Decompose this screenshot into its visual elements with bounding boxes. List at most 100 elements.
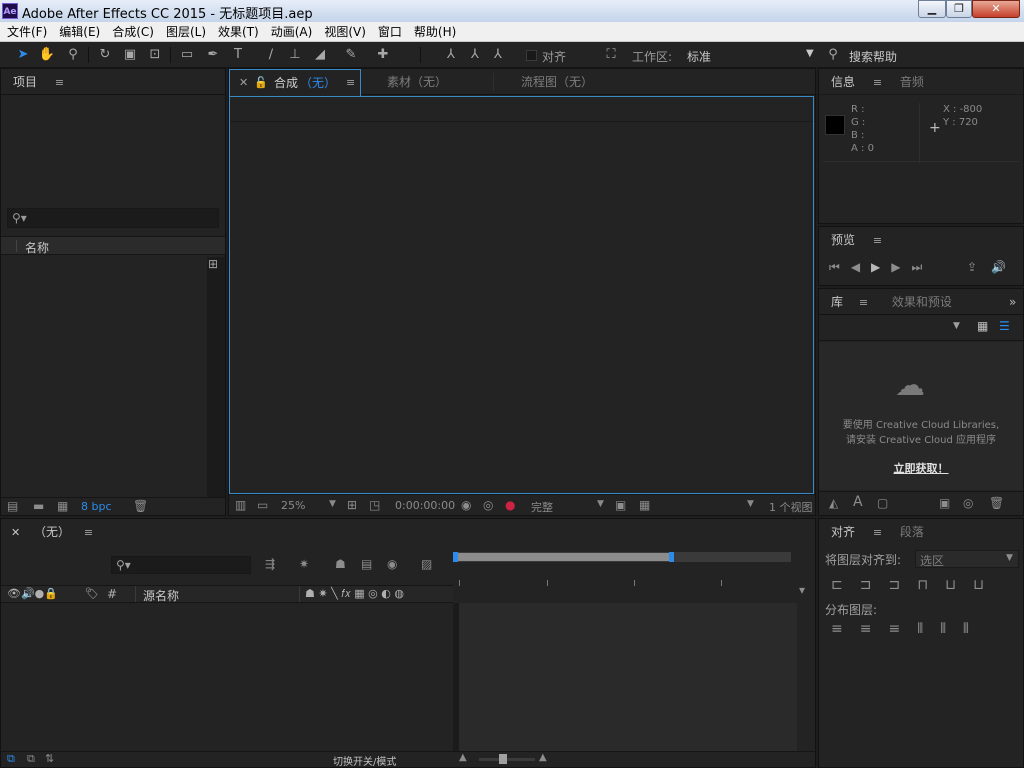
puppet-pin-tool-icon[interactable]: ✚ (374, 46, 392, 64)
tab-composition[interactable]: ✕ 🔓 合成 （无） ≡ (229, 69, 361, 97)
zoom-slider[interactable] (479, 754, 535, 764)
snap-checkbox[interactable] (526, 50, 537, 61)
align-center-h-icon[interactable]: ⊐ (860, 577, 889, 593)
workspace-value[interactable]: 标准 (687, 48, 711, 65)
frame-blending-icon[interactable]: ▤ (361, 557, 372, 571)
distribute-right-icon[interactable]: ⫴ (963, 621, 986, 637)
resolution-value[interactable]: 完整 (531, 499, 553, 515)
grid-view-icon[interactable]: ▦ (977, 319, 988, 333)
menu-window[interactable]: 窗口 (372, 22, 408, 42)
zoom-slider-thumb[interactable] (499, 754, 507, 764)
in-out-icon[interactable]: ⇅ (45, 752, 54, 765)
close-tab-icon[interactable]: ✕ (239, 70, 248, 96)
align-bottom-icon[interactable]: ⊔ (973, 577, 1001, 593)
project-search-input[interactable]: ⚲▾ (7, 208, 219, 228)
tab-footage[interactable]: 素材（无） (387, 69, 447, 95)
distribute-center-h-icon[interactable]: ⫴ (940, 621, 963, 637)
add-graphic-icon[interactable]: ▢ (877, 496, 888, 510)
panel-menu-icon[interactable]: ≡ (55, 76, 64, 89)
transfer-controls-icon[interactable]: ⧉ (27, 752, 35, 766)
layer-list[interactable] (1, 603, 453, 751)
menu-view[interactable]: 视图(V) (318, 22, 372, 42)
adobe-stock-icon[interactable]: ▣ (939, 496, 950, 510)
get-now-link[interactable]: 立即获取！ (819, 460, 1023, 476)
view-axis-icon[interactable]: ⅄ (489, 46, 507, 64)
menu-animation[interactable]: 动画(A) (265, 22, 319, 42)
flowchart-icon[interactable]: ⊞ (208, 257, 218, 271)
tab-flowchart[interactable]: 流程图（无） (521, 69, 593, 95)
align-right-icon[interactable]: ⊐ (888, 577, 917, 593)
library-dropdown-icon[interactable]: ▼ (953, 321, 960, 331)
time-ruler[interactable] (453, 562, 791, 588)
rotate-tool-icon[interactable]: ↻ (96, 46, 114, 64)
menu-edit[interactable]: 编辑(E) (53, 22, 106, 42)
show-snapshot-icon[interactable]: ◎ (483, 498, 493, 512)
align-center-v-icon[interactable]: ⊔ (945, 577, 973, 593)
always-preview-icon[interactable]: ▥ (235, 498, 246, 512)
snapshot-icon[interactable]: ◉ (461, 498, 471, 512)
add-character-style-icon[interactable]: A (853, 494, 863, 510)
zoom-out-icon[interactable]: ▲ (459, 752, 467, 763)
transparency-grid-icon[interactable]: ◳ (369, 498, 380, 512)
mute-audio-icon[interactable]: 🔊 (991, 260, 1006, 274)
menu-help[interactable]: 帮助(H) (408, 22, 462, 42)
panel-menu-icon[interactable]: ≡ (873, 234, 882, 247)
current-time[interactable]: 0:00:00:00 (395, 499, 455, 512)
menu-layer[interactable]: 图层(L) (160, 22, 212, 42)
delete-icon[interactable]: 🗑 (989, 496, 1004, 510)
panel-menu-icon[interactable]: ≡ (859, 296, 868, 309)
av-features-icons[interactable]: 👁🔊●🔒 (7, 587, 58, 600)
timeline-scrollbar[interactable] (797, 603, 815, 751)
panel-menu-icon[interactable]: ≡ (873, 76, 882, 89)
eraser-tool-icon[interactable]: ◢ (311, 46, 329, 64)
distribute-left-icon[interactable]: ⫴ (917, 621, 940, 637)
distribute-bottom-icon[interactable]: ≡ (888, 621, 917, 637)
composition-canvas[interactable] (229, 96, 814, 494)
interpret-footage-icon[interactable]: ▤ (7, 499, 18, 513)
workspace-dropdown-icon[interactable]: ▼ (806, 48, 814, 59)
composition-mini-flowchart-icon[interactable]: ⇶ (265, 557, 275, 571)
column-number[interactable]: # (107, 587, 117, 601)
hand-tool-icon[interactable]: ✋ (38, 46, 56, 64)
align-to-select[interactable]: 选区 ▼ (915, 550, 1019, 568)
search-help-input[interactable]: 搜索帮助 (849, 48, 897, 65)
first-frame-icon[interactable]: ⏮ (829, 260, 851, 274)
clone-stamp-tool-icon[interactable]: ⊥ (286, 46, 304, 64)
distribute-top-icon[interactable]: ≡ (831, 621, 860, 637)
grid-icon[interactable]: ▦ (639, 498, 650, 512)
roto-brush-tool-icon[interactable]: ✎ (342, 46, 360, 64)
work-area-start-handle[interactable] (453, 552, 458, 562)
view-dropdown-icon[interactable]: ▼ (747, 499, 754, 509)
fast-previews-icon[interactable]: ▣ (615, 498, 626, 512)
panel-menu-icon[interactable]: ≡ (346, 70, 355, 96)
draft-3d-icon[interactable]: ✷ (299, 557, 309, 571)
timeline-graph-area[interactable] (459, 603, 797, 751)
loop-icon[interactable]: ⇪ (967, 260, 977, 274)
local-axis-icon[interactable]: ⅄ (442, 46, 460, 64)
previous-frame-icon[interactable]: ◀ (851, 260, 871, 274)
monitor-icon[interactable]: ▭ (257, 498, 268, 512)
world-axis-icon[interactable]: ⅄ (466, 46, 484, 64)
minimize-button[interactable]: ▁ (918, 0, 946, 18)
project-scrollbar[interactable]: ⊞ (207, 257, 225, 497)
work-area-bar[interactable] (453, 552, 791, 562)
resolution-dropdown-icon[interactable]: ▼ (597, 499, 604, 509)
menu-effect[interactable]: 效果(T) (212, 22, 265, 42)
graph-editor-icon[interactable]: ▨ (421, 557, 432, 571)
timeline-search-input[interactable]: ⚲▾ (111, 556, 251, 574)
comp-marker-bin-icon[interactable]: ▾ (799, 583, 805, 597)
maximize-button[interactable]: ❐ (946, 0, 972, 18)
align-left-icon[interactable]: ⊏ (831, 577, 860, 593)
rectangle-tool-icon[interactable]: ▭ (178, 46, 196, 64)
motion-blur-icon[interactable]: ◉ (387, 557, 397, 571)
menu-composition[interactable]: 合成(C) (106, 22, 160, 42)
next-frame-icon[interactable]: ▶ (891, 260, 911, 274)
column-name[interactable]: 名称 (25, 239, 49, 256)
close-tab-icon[interactable]: ✕ (11, 526, 20, 539)
magnification-value[interactable]: 25% (281, 499, 305, 512)
channel-rgb-icon[interactable]: ● (505, 498, 515, 512)
align-to-dropdown-icon[interactable]: ▼ (1006, 553, 1013, 563)
align-top-icon[interactable]: ⊓ (917, 577, 945, 593)
play-icon[interactable]: ▶ (871, 260, 891, 274)
column-source-name[interactable]: 源名称 (143, 587, 179, 604)
